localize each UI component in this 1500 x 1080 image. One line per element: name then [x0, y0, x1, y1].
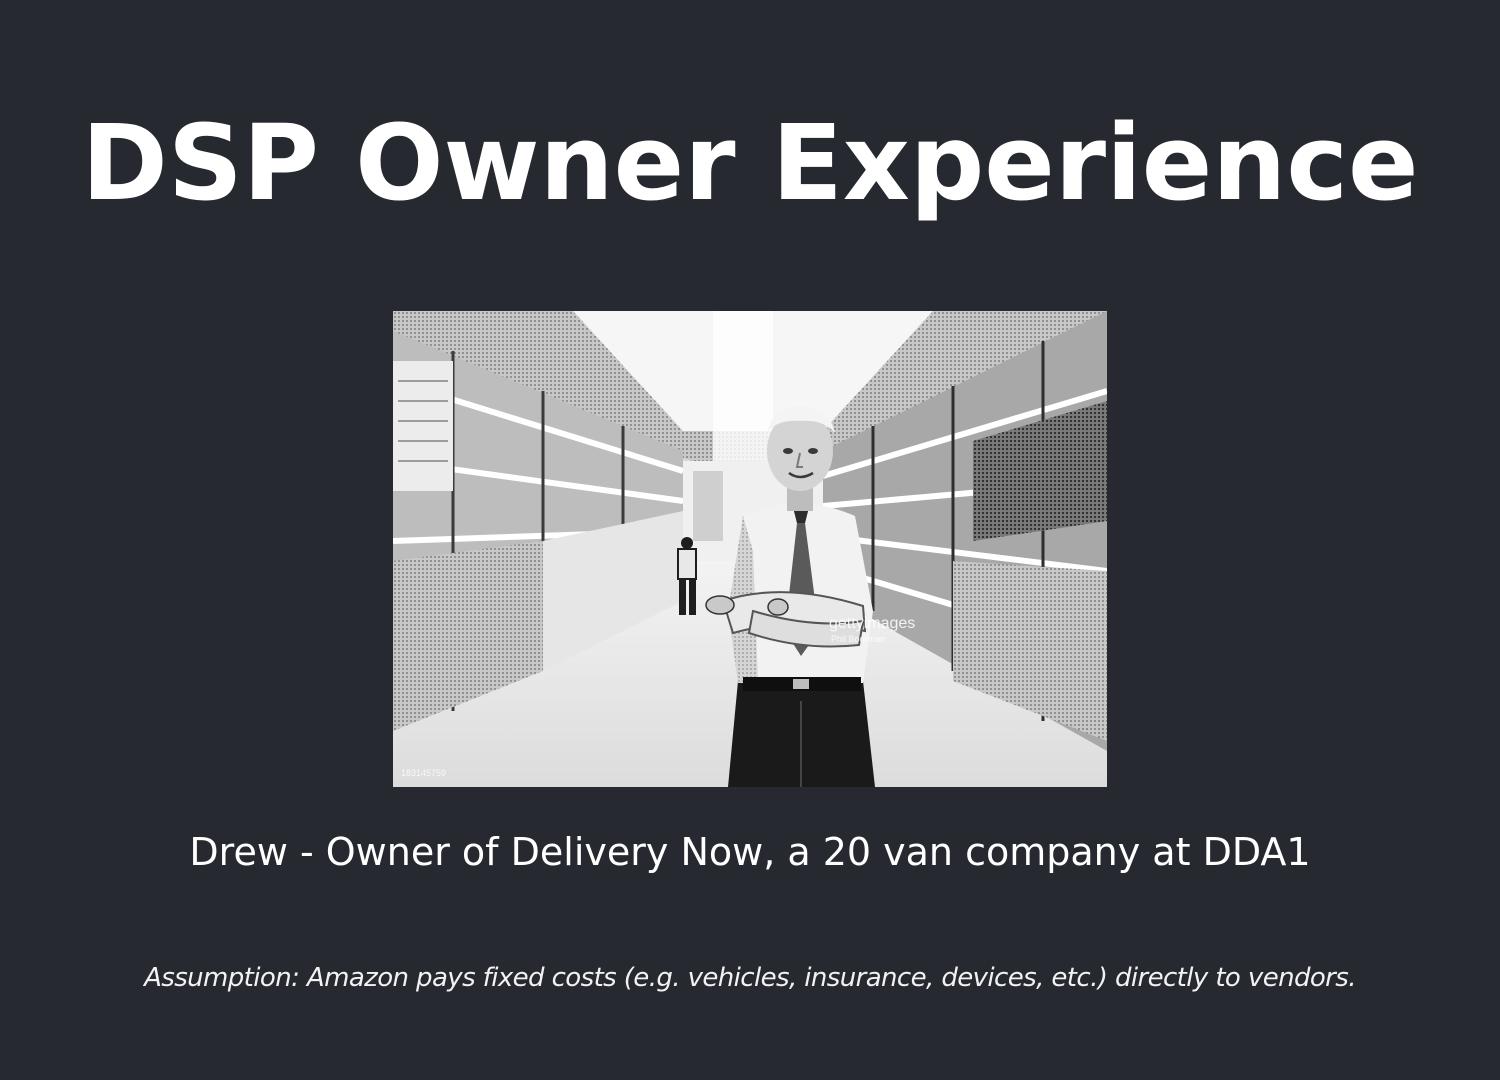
watermark-brand: gettyimages: [829, 615, 915, 632]
slide-subtitle: Drew - Owner of Delivery Now, a 20 van c…: [189, 830, 1311, 874]
warehouse-photo-illustration: gettyimages Phil Boorman 183145759: [393, 311, 1107, 787]
watermark-credit: Phil Boorman: [831, 634, 885, 644]
slide-title: DSP Owner Experience: [81, 102, 1419, 224]
watermark-id: 183145759: [401, 768, 446, 778]
slide: DSP Owner Experience gettyimages Phil Bo…: [0, 0, 1500, 1080]
slide-footnote: Assumption: Amazon pays fixed costs (e.g…: [144, 963, 1356, 993]
owner-photo: gettyimages Phil Boorman 183145759: [393, 311, 1107, 787]
